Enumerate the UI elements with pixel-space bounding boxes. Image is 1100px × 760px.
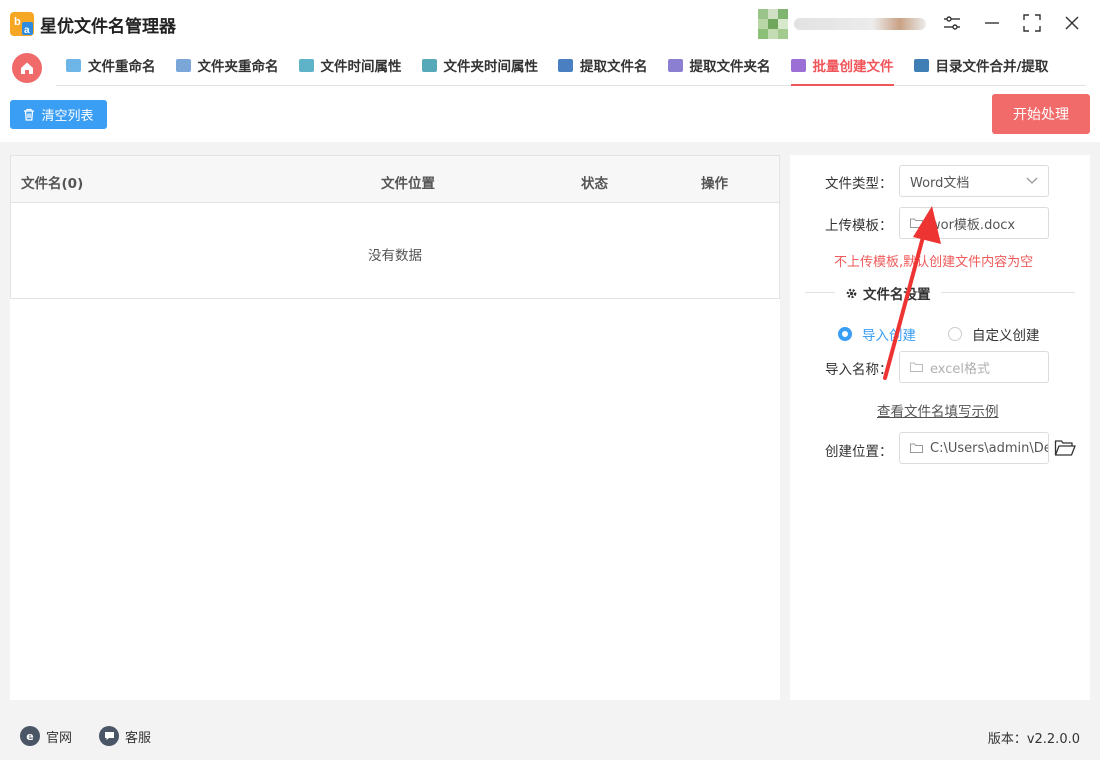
file-rename-icon <box>66 58 81 72</box>
folder-time-icon <box>421 58 437 72</box>
table-header: 文件名(0) 文件位置 状态 操作 <box>11 156 779 203</box>
folder-icon <box>910 443 923 453</box>
create-location-value: C:\Users\admin\Des <box>930 440 1049 456</box>
radio-dot <box>838 327 852 341</box>
empty-state-text: 没有数据 <box>368 248 422 264</box>
folder-icon <box>910 218 923 228</box>
close-icon[interactable] <box>1061 12 1083 34</box>
folder-rename-icon <box>175 58 191 72</box>
import-name-placeholder: excel格式 <box>930 361 990 377</box>
chat-bubble-icon <box>99 726 119 746</box>
tab-extract-filename[interactable]: 提取文件名 <box>548 46 658 84</box>
maximize-icon[interactable] <box>1021 12 1043 34</box>
minimize-icon[interactable] <box>981 12 1003 34</box>
file-type-select[interactable]: Word文档 <box>899 165 1049 197</box>
customer-service-link[interactable]: 客服 <box>99 726 151 746</box>
app-title: 星优文件名管理器 <box>40 17 176 37</box>
tab-file-rename[interactable]: 文件重命名 <box>56 46 166 84</box>
merge-extract-icon <box>913 58 929 72</box>
file-type-value: Word文档 <box>910 175 970 191</box>
section-title-text: 文件名设置 <box>863 287 931 303</box>
clear-list-label: 清空列表 <box>41 109 94 124</box>
column-location: 文件位置 <box>381 176 435 192</box>
service-label: 客服 <box>125 730 152 746</box>
tab-merge-extract[interactable]: 目录文件合并/提取 <box>904 46 1059 84</box>
folder-open-icon[interactable] <box>1054 439 1076 457</box>
radio-custom-create[interactable]: 自定义创建 <box>948 324 1040 344</box>
radio-import-create[interactable]: 导入创建 <box>838 324 916 344</box>
filename-settings-title: 文件名设置 <box>835 283 941 303</box>
tab-label: 文件夹重命名 <box>197 59 279 75</box>
tab-folder-rename[interactable]: 文件夹重命名 <box>166 46 289 84</box>
website-label: 官网 <box>46 730 73 746</box>
home-icon <box>21 62 33 74</box>
tab-folder-time[interactable]: 文件夹时间属性 <box>412 46 549 84</box>
chevron-down-icon <box>1026 177 1038 184</box>
folder-icon <box>910 362 923 372</box>
template-label: 上传模板： <box>825 218 893 234</box>
avatar <box>758 9 788 39</box>
start-process-button[interactable]: 开始处理 <box>992 94 1090 134</box>
app-logo-icon: b a <box>10 12 34 36</box>
column-filename: 文件名(0) <box>21 176 84 192</box>
title-bar: b a 星优文件名管理器 <box>0 0 1100 46</box>
tab-label: 提取文件名 <box>580 59 648 75</box>
website-link[interactable]: e 官网 <box>20 726 72 746</box>
tab-file-time[interactable]: 文件时间属性 <box>289 46 412 84</box>
feature-tabs: 文件重命名 文件夹重命名 文件时间属性 文件夹时间属性 提取文件名 提取文件夹名… <box>56 46 1086 86</box>
settings-sliders-icon[interactable] <box>941 12 963 34</box>
user-account[interactable] <box>758 9 928 39</box>
file-list-panel: 文件名(0) 文件位置 状态 操作 没有数据 <box>10 155 780 700</box>
file-table: 文件名(0) 文件位置 状态 操作 没有数据 <box>10 155 780 299</box>
tab-label: 批量创建文件 <box>812 59 894 75</box>
trash-icon <box>24 108 35 121</box>
extract-foldername-icon <box>667 58 683 72</box>
version-text: 版本：v2.2.0.0 <box>987 732 1080 747</box>
tab-label: 文件夹时间属性 <box>443 59 539 75</box>
import-name-label: 导入名称： <box>825 362 893 378</box>
create-location-field[interactable]: C:\Users\admin\Des <box>899 432 1049 464</box>
username-blurred <box>794 18 926 30</box>
import-name-field[interactable]: excel格式 <box>899 351 1049 383</box>
footer: e 官网 客服 版本：v2.2.0.0 <box>0 712 1100 760</box>
template-hint: 不上传模板,默认创建文件内容为空 <box>834 255 1034 270</box>
extract-filename-icon <box>558 58 573 72</box>
clear-list-button[interactable]: 清空列表 <box>10 100 107 129</box>
tab-batch-create[interactable]: 批量创建文件 <box>781 46 904 86</box>
tab-label: 文件时间属性 <box>320 59 402 75</box>
settings-panel: 文件类型： Word文档 上传模板： wor模板.docx 不上传模板,默认创建… <box>790 155 1090 700</box>
tab-label: 文件重命名 <box>88 59 156 75</box>
radio-import-label: 导入创建 <box>862 328 916 344</box>
file-type-label: 文件类型： <box>825 176 893 192</box>
column-action: 操作 <box>701 176 728 192</box>
template-file-name: wor模板.docx <box>930 217 1016 233</box>
svg-text:b: b <box>14 16 21 28</box>
batch-create-icon <box>790 58 806 72</box>
tab-label: 提取文件夹名 <box>689 59 771 75</box>
radio-custom-label: 自定义创建 <box>972 328 1040 344</box>
column-status: 状态 <box>581 176 608 192</box>
radio-dot <box>948 327 962 341</box>
template-upload-field[interactable]: wor模板.docx <box>899 207 1049 239</box>
home-button[interactable] <box>12 53 42 83</box>
gear-icon <box>846 288 857 298</box>
toolbar: 清空列表 开始处理 <box>0 86 1100 142</box>
file-time-icon <box>298 58 314 72</box>
tab-extract-foldername[interactable]: 提取文件夹名 <box>658 46 781 84</box>
location-label: 创建位置： <box>825 444 893 460</box>
svg-text:a: a <box>24 25 30 36</box>
filename-example-link[interactable]: 查看文件名填写示例 <box>877 400 999 420</box>
browser-e-icon: e <box>20 726 40 746</box>
nav-bar: 文件重命名 文件夹重命名 文件时间属性 文件夹时间属性 提取文件名 提取文件夹名… <box>0 46 1100 86</box>
tab-label: 目录文件合并/提取 <box>935 59 1049 75</box>
